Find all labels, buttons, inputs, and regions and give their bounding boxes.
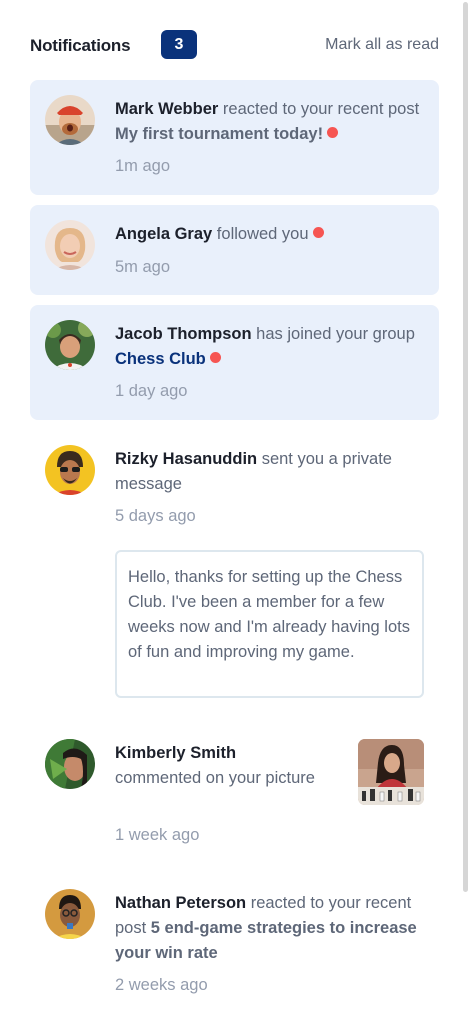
unread-count-badge: 3	[161, 30, 197, 59]
notification-action: commented on your picture	[115, 769, 315, 787]
group-link[interactable]: Chess Club	[115, 350, 206, 368]
notification-item[interactable]: Mark Webber reacted to your recent post …	[30, 80, 439, 195]
avatar[interactable]	[45, 445, 95, 495]
unread-dot	[312, 227, 324, 238]
avatar[interactable]	[45, 220, 95, 270]
post-link[interactable]: 5 end-game strategies to increase your w…	[115, 919, 417, 962]
commented-picture-thumbnail[interactable]	[358, 739, 424, 805]
user-name[interactable]: Rizky Hasanuddin	[115, 450, 257, 468]
avatar[interactable]	[45, 320, 95, 370]
notification-text: Mark Webber reacted to your recent post …	[115, 97, 430, 147]
user-name[interactable]: Angela Gray	[115, 225, 212, 243]
avatar[interactable]	[45, 889, 95, 939]
scrollbar-track[interactable]	[463, 0, 470, 1015]
notification-text: Nathan Peterson reacted to your recent p…	[115, 891, 425, 966]
unread-dot	[327, 127, 339, 138]
unread-dot	[209, 352, 221, 363]
post-link[interactable]: My first tournament today!	[115, 125, 323, 143]
notification-item[interactable]: Rizky Hasanuddin sent you a private mess…	[30, 430, 439, 540]
notification-text: Angela Gray followed you	[115, 222, 430, 247]
notification-item[interactable]: Jacob Thompson has joined your group Che…	[30, 305, 439, 420]
notification-action: reacted to your recent post	[218, 100, 420, 118]
timestamp: 2 weeks ago	[115, 976, 208, 994]
user-name[interactable]: Nathan Peterson	[115, 894, 246, 912]
notification-text: Jacob Thompson has joined your group Che…	[115, 322, 420, 372]
scrollbar-thumb[interactable]	[463, 2, 468, 892]
private-message[interactable]: Hello, thanks for setting up the Chess C…	[115, 550, 424, 698]
notification-action: has joined your group	[251, 325, 415, 343]
notification-text: Kimberly Smith commented on your picture	[115, 741, 325, 791]
mark-all-read-button[interactable]: Mark all as read	[325, 36, 439, 54]
user-name[interactable]: Kimberly Smith	[115, 744, 236, 762]
timestamp: 1m ago	[115, 157, 171, 175]
timestamp: 5m ago	[115, 258, 171, 276]
user-name[interactable]: Mark Webber	[115, 100, 218, 118]
avatar[interactable]	[45, 739, 95, 789]
user-name[interactable]: Jacob Thompson	[115, 325, 252, 343]
page-title: Notifications	[30, 36, 131, 55]
avatar[interactable]	[45, 95, 95, 145]
timestamp: 1 day ago	[115, 382, 188, 400]
timestamp: 5 days ago	[115, 507, 196, 525]
notification-action: followed you	[212, 225, 309, 243]
notifications-header: Notifications 3 Mark all as read	[30, 30, 439, 60]
timestamp: 1 week ago	[115, 826, 200, 844]
notification-item[interactable]: Angela Gray followed you 5m ago	[30, 205, 439, 295]
notification-text: Rizky Hasanuddin sent you a private mess…	[115, 447, 430, 497]
notification-item[interactable]: Nathan Peterson reacted to your recent p…	[30, 874, 439, 1009]
